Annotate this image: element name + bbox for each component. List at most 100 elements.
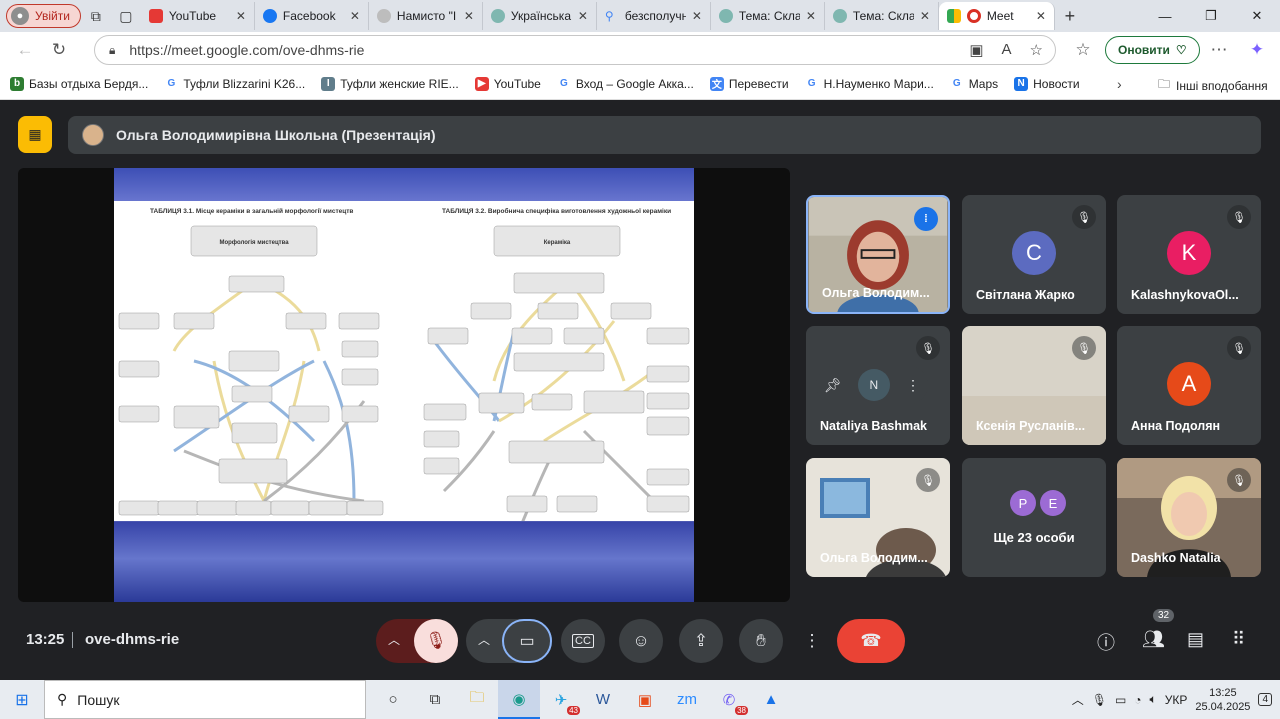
close-window-icon[interactable]: ✕ (1234, 0, 1280, 32)
maximize-icon[interactable]: ❐ (1188, 0, 1234, 32)
microphone-icon[interactable]: 🎙︎ (1092, 693, 1107, 707)
telegram-icon[interactable]: ✈ 43 (540, 680, 582, 719)
more-menu-icon[interactable]: ⋯ (1202, 35, 1236, 65)
meeting-info-icon[interactable]: ⓘ (1097, 629, 1115, 655)
camera-toggle-button[interactable]: ▭ (502, 619, 552, 663)
presentation-stage[interactable]: ТАБЛИЦЯ 3.1. Місце кераміки в загальній … (18, 168, 790, 602)
tab-namysto[interactable]: Намисто "I ✕ (369, 2, 483, 30)
participant-tile[interactable]: 🎙︎ K KalashnykovaOl... (1117, 195, 1261, 314)
update-button[interactable]: Оновити ♡ (1105, 36, 1200, 64)
workspaces-icon[interactable]: ⧉ (81, 3, 111, 29)
participant-tile[interactable]: 🎙︎ Ксенія Русланів... (962, 326, 1106, 445)
participant-tile[interactable]: 🎙︎ A Анна Подолян (1117, 326, 1261, 445)
tab-meet[interactable]: Meet ✕ (938, 2, 1055, 30)
chevron-up-icon[interactable]: ︿ (478, 631, 490, 648)
close-icon[interactable]: ✕ (920, 9, 930, 23)
address-bar[interactable]: 🔒︎ https://meet.google.com/ove-dhms-rie … (94, 35, 1056, 65)
tab-search[interactable]: ⚲ безсполучн ✕ (597, 2, 711, 30)
raise-hand-button[interactable]: ✋︎ (739, 619, 783, 663)
more-participants-tile[interactable]: P E Ще 23 особи (962, 458, 1106, 577)
chat-icon[interactable]: ▤ (1187, 629, 1204, 650)
notifications-icon[interactable]: 4 (1258, 693, 1272, 706)
bookmark-item[interactable]: G Н.Науменко Мари... (805, 77, 934, 91)
new-tab-button[interactable]: + (1055, 6, 1085, 27)
bookmark-item[interactable]: ▶ YouTube (474, 76, 541, 91)
viber-icon[interactable]: ✆ 38 (708, 680, 750, 719)
word-icon[interactable]: W (582, 680, 624, 719)
bookmark-item[interactable]: 文 Перевести (709, 76, 789, 91)
phone-hangup-icon: ☎ (860, 631, 882, 650)
pin-icon[interactable]: 📌︎ (824, 377, 842, 394)
present-screen-icon: ⇪ (693, 631, 709, 650)
cortana-icon[interactable]: ○ (372, 680, 414, 719)
more-options-button[interactable]: ⋮ (796, 619, 828, 663)
participant-tile[interactable]: 🎙︎ С Світлана Жарко (962, 195, 1106, 314)
close-icon[interactable]: ✕ (1036, 9, 1046, 23)
zoom-icon[interactable]: zm (666, 680, 708, 719)
profile-button[interactable]: ● Увійти (6, 4, 81, 28)
tab-actions-icon[interactable]: ▢ (111, 3, 141, 29)
windows-start-icon[interactable]: ⊞ (0, 680, 44, 719)
more-options-icon[interactable]: ⋮ (906, 377, 920, 394)
taskbar-clock[interactable]: 13:25 25.04.2025 (1195, 686, 1250, 714)
taskbar-search[interactable]: ⚲ Пошук (44, 680, 366, 719)
activities-icon[interactable]: ⠿ (1232, 629, 1245, 650)
close-icon[interactable]: ✕ (350, 9, 360, 23)
bookmark-item[interactable]: N Новости (1014, 76, 1080, 91)
favorite-star-icon[interactable]: ☆ (1030, 41, 1043, 59)
taskbar-time: 13:25 (1209, 686, 1237, 699)
tab-tema-1[interactable]: Тема: Скла ✕ (711, 2, 825, 30)
close-icon[interactable]: ✕ (236, 9, 246, 23)
bookmark-item[interactable]: G Maps (950, 77, 998, 91)
chevron-up-icon[interactable]: ︿ (388, 631, 400, 648)
close-icon[interactable]: ✕ (578, 9, 588, 23)
bookmark-item[interactable]: b Базы отдыха Бердя... (10, 76, 148, 91)
language-indicator[interactable]: УКР (1165, 693, 1188, 707)
tab-tema-2[interactable]: Тема: Скла ✕ (825, 2, 939, 30)
participant-tile[interactable]: ⁞ Ольга Володим... (806, 195, 950, 314)
avatar-initial: K (1181, 240, 1197, 265)
tab-ukrainian[interactable]: Українська ✕ (483, 2, 597, 30)
battery-icon[interactable]: ▭ (1115, 693, 1126, 707)
read-aloud-icon[interactable]: A (1002, 41, 1012, 59)
close-icon[interactable]: ✕ (692, 9, 702, 23)
stop-presenting-button[interactable]: ▦ (18, 116, 52, 153)
people-icon[interactable]: 👥︎ (1142, 629, 1165, 650)
participant-tile[interactable]: 🎙︎ Ольга Володим... (806, 458, 950, 577)
chevron-up-icon[interactable]: ︿ (1072, 691, 1084, 708)
back-button[interactable]: ← (8, 35, 42, 65)
mic-toggle-button[interactable]: 🎙︎ (414, 619, 458, 663)
reload-button[interactable]: ↻ (42, 35, 76, 65)
captions-button[interactable]: CC (561, 619, 605, 663)
close-icon[interactable]: ✕ (806, 9, 816, 23)
volume-icon[interactable]: 🔈︎ (1150, 692, 1157, 707)
camera-permission-icon[interactable]: ▣ (969, 41, 983, 59)
avatar-initial: С (1026, 240, 1042, 265)
network-icon[interactable]: ◔ (1134, 693, 1141, 707)
reactions-button[interactable]: ☺ (619, 619, 663, 663)
leave-call-button[interactable]: ☎ (837, 619, 905, 663)
app-icon[interactable]: ▣ (624, 680, 666, 719)
file-explorer-icon[interactable]: 🗀︎ (456, 680, 498, 719)
other-bookmarks[interactable]: 🗀︎ Інші вподобання (1158, 75, 1268, 96)
copilot-icon[interactable]: ✦ (1240, 35, 1274, 65)
bookmark-item[interactable]: G Туфли Blizzarini K26... (164, 77, 305, 91)
bookmark-item[interactable]: I Туфли женские RIE... (321, 76, 459, 91)
task-view-icon[interactable]: ⧉ (414, 680, 456, 719)
tab-facebook[interactable]: Facebook ✕ (255, 2, 369, 30)
tab-youtube[interactable]: YouTube ✕ (141, 2, 255, 30)
close-icon[interactable]: ✕ (464, 9, 474, 23)
bookmark-item[interactable]: G Вход – Google Акка... (557, 77, 694, 91)
lock-icon[interactable]: 🔒︎ (109, 43, 115, 58)
photos-icon[interactable]: ▲ (750, 680, 792, 719)
present-button[interactable]: ⇪ (679, 619, 723, 663)
divider (72, 632, 73, 648)
chevron-right-icon[interactable]: › (1117, 76, 1122, 92)
facebook-icon (262, 9, 277, 23)
minimize-icon[interactable]: — (1142, 0, 1188, 32)
participant-tile[interactable]: 🎙︎ Dashko Natalia (1117, 458, 1261, 577)
favorites-icon[interactable]: ☆ (1066, 35, 1100, 65)
profile-avatar-icon: ● (11, 7, 29, 25)
edge-icon[interactable]: ◉ (498, 680, 540, 719)
participant-tile[interactable]: 🎙︎ 📌︎ N ⋮ Nataliya Bashmak (806, 326, 950, 445)
